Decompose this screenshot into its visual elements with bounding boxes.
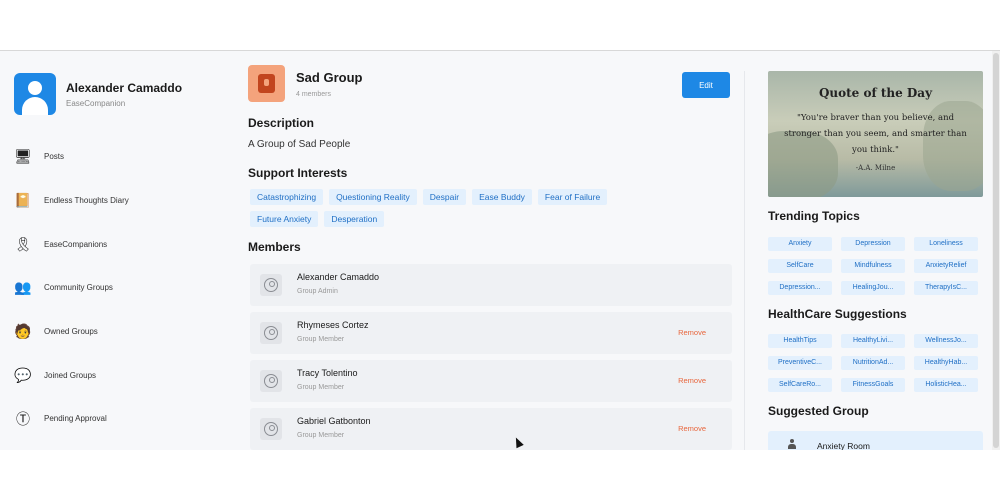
- edit-button[interactable]: Edit: [682, 72, 730, 98]
- interest-chip[interactable]: Desperation: [324, 211, 385, 227]
- app-frame: Alexander Camaddo EaseCompanion 🖥 Posts …: [0, 51, 1000, 450]
- sidebar-item-label: Pending Approval: [44, 414, 107, 424]
- trending-tag[interactable]: SelfCare: [768, 259, 832, 273]
- healthcare-tags: HealthTips HealthyLivi... WellnessJo... …: [768, 334, 983, 392]
- healthcare-tag[interactable]: PreventiveC...: [768, 356, 832, 370]
- trending-tag[interactable]: Mindfulness: [841, 259, 905, 273]
- sidebar-item-pending-approval[interactable]: Ⓣ Pending Approval: [14, 397, 224, 441]
- trending-tag[interactable]: Depression: [841, 237, 905, 251]
- member-name: Gabriel Gatbonton: [297, 416, 371, 426]
- healthcare-tag[interactable]: NutritionAd...: [841, 356, 905, 370]
- group-title: Sad Group: [296, 69, 363, 85]
- sidebar-item-community-groups[interactable]: 👥 Community Groups: [14, 266, 224, 310]
- group-icon: [248, 65, 285, 102]
- suggested-group-name: Anxiety Room: [817, 441, 870, 450]
- interest-chip[interactable]: Catastrophizing: [250, 189, 324, 205]
- avatar: [14, 73, 56, 115]
- interest-chip[interactable]: Questioning Reality: [329, 189, 417, 205]
- trending-tag[interactable]: Anxiety: [768, 237, 832, 251]
- quote-text: "You're braver than you believe, and str…: [784, 113, 967, 155]
- trending-tags: Anxiety Depression Loneliness SelfCare M…: [768, 237, 983, 295]
- quote-title: Quote of the Day: [818, 86, 933, 100]
- sidebar-nav: 🖥 Posts 📔 Endless Thoughts Diary 🎗 EaseC…: [14, 135, 224, 441]
- suggested-group-title: Suggested Group: [768, 404, 869, 418]
- healthcare-tag[interactable]: HealthyHab...: [914, 356, 978, 370]
- sidebar-item-label: Joined Groups: [44, 370, 97, 380]
- member-role: Group Member: [297, 384, 345, 391]
- sidebar-item-label: Endless Thoughts Diary: [44, 196, 129, 206]
- person-icon: [788, 439, 796, 449]
- user-avatar-icon: [260, 322, 282, 344]
- member-name: Rhymeses Cortez: [297, 320, 369, 330]
- member-role: Group Admin: [297, 288, 338, 295]
- healthcare-tag[interactable]: HolisticHea...: [914, 378, 978, 392]
- ribbon-icon: 🎗: [14, 235, 32, 252]
- owner-icon: 🧑: [14, 323, 32, 340]
- community-icon: 👥: [14, 279, 32, 296]
- user-avatar-icon: [260, 370, 282, 392]
- trending-topics-title: Trending Topics: [768, 209, 860, 223]
- sidebar-item-owned-groups[interactable]: 🧑 Owned Groups: [14, 310, 224, 354]
- support-interests-title: Support Interests: [248, 166, 348, 180]
- scrollbar[interactable]: [992, 51, 1000, 450]
- members-title: Members: [248, 240, 301, 254]
- user-avatar-icon: [260, 274, 282, 296]
- member-row[interactable]: Rhymeses Cortez Group Member Remove: [250, 312, 732, 354]
- healthcare-suggestions-title: HealthCare Suggestions: [768, 307, 907, 321]
- suggested-group-card[interactable]: Anxiety Room: [768, 431, 983, 450]
- member-row[interactable]: Gabriel Gatbonton Group Member Remove: [250, 408, 732, 450]
- quote-card: Quote of the Day "You're braver than you…: [768, 71, 983, 197]
- remove-member-button[interactable]: Remove: [678, 424, 706, 433]
- interest-chips: Catastrophizing Questioning Reality Desp…: [250, 189, 680, 233]
- remove-member-button[interactable]: Remove: [678, 328, 706, 337]
- quote-author: -A.A. Milne: [855, 164, 896, 172]
- sidebar-item-easecompanions[interactable]: 🎗 EaseCompanions: [14, 222, 224, 266]
- member-row[interactable]: Tracy Tolentino Group Member Remove: [250, 360, 732, 402]
- user-avatar-icon: [260, 418, 282, 440]
- trending-tag[interactable]: Depression...: [768, 281, 832, 295]
- joined-icon: 💬: [14, 366, 32, 383]
- remove-member-button[interactable]: Remove: [678, 376, 706, 385]
- interest-chip[interactable]: Fear of Failure: [537, 189, 608, 205]
- member-name: Tracy Tolentino: [297, 368, 358, 378]
- group-header: Sad Group 4 members: [248, 65, 362, 102]
- right-panel: Quote of the Day "You're braver than you…: [768, 51, 983, 450]
- interest-chip[interactable]: Despair: [422, 189, 467, 205]
- sidebar-item-label: Posts: [44, 152, 65, 162]
- sidebar-item-diary[interactable]: 📔 Endless Thoughts Diary: [14, 179, 224, 223]
- group-main: Sad Group 4 members Edit Description A G…: [248, 51, 740, 450]
- trending-tag[interactable]: HealingJou...: [841, 281, 905, 295]
- interest-chip[interactable]: Ease Buddy: [472, 189, 532, 205]
- healthcare-tag[interactable]: HealthyLivi...: [841, 334, 905, 348]
- member-count: 4 members: [296, 90, 332, 98]
- sidebar: Alexander Camaddo EaseCompanion 🖥 Posts …: [0, 51, 230, 450]
- trending-tag[interactable]: Loneliness: [914, 237, 978, 251]
- pending-icon: Ⓣ: [16, 410, 30, 427]
- trending-tag[interactable]: AnxietyRelief: [914, 259, 978, 273]
- description-title: Description: [248, 116, 315, 130]
- sidebar-item-joined-groups[interactable]: 💬 Joined Groups: [14, 353, 224, 397]
- healthcare-tag[interactable]: SelfCareRo...: [768, 378, 832, 392]
- column-divider: [744, 71, 745, 450]
- sidebar-item-label: Owned Groups: [44, 327, 98, 337]
- description-text: A Group of Sad People: [248, 139, 351, 150]
- diary-icon: 📔: [14, 192, 32, 209]
- user-profile[interactable]: Alexander Camaddo EaseCompanion: [14, 73, 182, 115]
- healthcare-tag[interactable]: FitnessGoals: [841, 378, 905, 392]
- sidebar-item-label: EaseCompanions: [44, 239, 108, 249]
- healthcare-tag[interactable]: HealthTips: [768, 334, 832, 348]
- healthcare-tag[interactable]: WellnessJo...: [914, 334, 978, 348]
- sidebar-item-label: Community Groups: [44, 283, 113, 293]
- member-row[interactable]: Alexander Camaddo Group Admin: [250, 264, 732, 306]
- members-list: Alexander Camaddo Group Admin Rhymeses C…: [250, 264, 732, 450]
- trending-tag[interactable]: TherapyIsC...: [914, 281, 978, 295]
- profile-subtitle: EaseCompanion: [66, 98, 126, 108]
- member-role: Group Member: [297, 336, 345, 343]
- sidebar-item-posts[interactable]: 🖥 Posts: [14, 135, 224, 179]
- monitor-icon: 🖥: [14, 148, 32, 165]
- interest-chip[interactable]: Future Anxiety: [250, 211, 319, 227]
- member-name: Alexander Camaddo: [297, 272, 380, 282]
- profile-name: Alexander Camaddo: [66, 80, 183, 95]
- member-role: Group Member: [297, 432, 345, 439]
